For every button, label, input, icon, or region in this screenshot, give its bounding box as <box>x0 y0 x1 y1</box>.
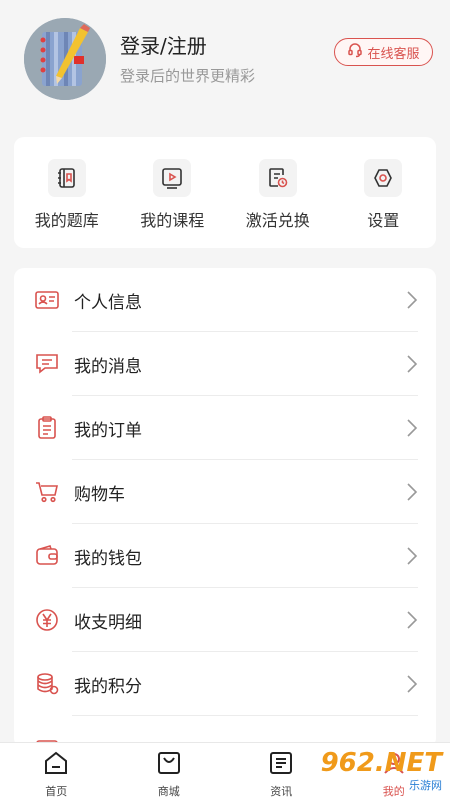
tab-label: 资讯 <box>270 785 293 798</box>
id-card-icon <box>34 287 60 313</box>
question-bank-icon <box>47 159 86 197</box>
coins-icon <box>34 671 60 697</box>
tab-shop[interactable]: 商城 <box>113 743 225 800</box>
wallet-icon <box>34 543 60 569</box>
order-clipboard-icon <box>34 415 60 441</box>
chevron-right-icon <box>406 354 418 378</box>
menu-list: 个人信息 我的消息 我的订单 购物车 我的钱包 收支明细 我的积分 <box>14 268 436 748</box>
menu-label: 购物车 <box>74 484 125 505</box>
headset-icon <box>347 42 363 62</box>
quick-item-activate-redeem[interactable]: 激活兑换 <box>228 159 328 231</box>
menu-label: 我的积分 <box>74 676 142 697</box>
online-service-button[interactable]: 在线客服 <box>334 38 433 66</box>
chevron-right-icon <box>406 674 418 698</box>
news-icon <box>268 750 294 780</box>
menu-item-cart[interactable]: 购物车 <box>14 460 436 524</box>
chevron-right-icon <box>406 610 418 634</box>
menu-label: 个人信息 <box>74 292 142 313</box>
menu-label: 我的订单 <box>74 420 142 441</box>
quick-label: 设置 <box>367 211 400 230</box>
watermark-main: 962.NET <box>320 747 442 778</box>
menu-item-points[interactable]: 我的积分 <box>14 652 436 716</box>
chevron-right-icon <box>406 482 418 506</box>
avatar[interactable] <box>24 18 106 100</box>
profile-header: 登录/注册 登录后的世界更精彩 在线客服 <box>0 0 450 130</box>
quick-item-settings[interactable]: 设置 <box>333 159 433 231</box>
shop-bag-icon <box>156 750 182 780</box>
menu-item-income-expense[interactable]: 收支明细 <box>14 588 436 652</box>
menu-label: 我的钱包 <box>74 548 142 569</box>
menu-item-personal-info[interactable]: 个人信息 <box>14 268 436 332</box>
tab-label: 商城 <box>157 785 180 798</box>
menu-item-orders[interactable]: 我的订单 <box>14 396 436 460</box>
menu-label: 我的消息 <box>74 356 142 377</box>
quick-item-courses[interactable]: 我的课程 <box>122 159 222 231</box>
settings-icon <box>364 159 403 197</box>
tab-label: 首页 <box>45 785 68 798</box>
menu-label: 收支明细 <box>74 612 142 633</box>
chevron-right-icon <box>406 418 418 442</box>
message-icon <box>34 351 60 377</box>
home-icon <box>43 750 69 780</box>
yen-icon <box>34 607 60 633</box>
quick-item-question-bank[interactable]: 我的题库 <box>17 159 117 231</box>
chevron-right-icon <box>406 546 418 570</box>
tab-home[interactable]: 首页 <box>0 743 112 800</box>
course-play-icon <box>153 159 192 197</box>
chevron-right-icon <box>406 290 418 314</box>
quick-label: 激活兑换 <box>245 211 310 230</box>
activate-redeem-icon <box>258 159 297 197</box>
quick-label: 我的题库 <box>34 211 99 230</box>
site-watermark: 962.NET 乐游网 <box>318 748 442 794</box>
login-subtitle: 登录后的世界更精彩 <box>120 67 256 85</box>
online-service-label: 在线客服 <box>367 46 420 62</box>
quick-label: 我的课程 <box>140 211 205 230</box>
cart-icon <box>34 479 60 505</box>
menu-item-messages[interactable]: 我的消息 <box>14 332 436 396</box>
watermark-sub: 乐游网 <box>409 778 442 792</box>
menu-item-wallet[interactable]: 我的钱包 <box>14 524 436 588</box>
quick-actions-card: 我的题库 我的课程 激活兑换 设置 <box>14 137 436 248</box>
login-register-title[interactable]: 登录/注册 <box>120 30 207 59</box>
